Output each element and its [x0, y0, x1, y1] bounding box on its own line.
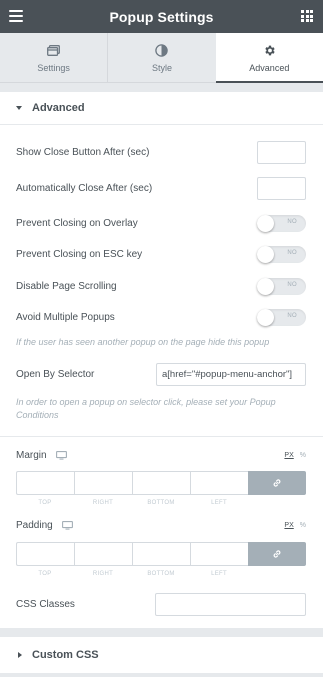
link-icon: [273, 550, 281, 558]
prevent-esc-row: Prevent Closing on ESC key NO: [16, 246, 306, 263]
tab-settings[interactable]: Settings: [0, 33, 107, 82]
prevent-esc-label: Prevent Closing on ESC key: [16, 249, 143, 260]
padding-left-input[interactable]: [190, 542, 248, 566]
avoid-multiple-switch[interactable]: NO: [257, 309, 306, 326]
padding-bottom-input[interactable]: [132, 542, 190, 566]
css-classes-input[interactable]: [155, 593, 306, 616]
unit-percent[interactable]: %: [300, 452, 306, 459]
css-classes-row: CSS Classes: [16, 593, 306, 616]
margin-label-row: Margin PX %: [16, 450, 306, 461]
margin-inputs: [16, 471, 306, 495]
gear-icon: [263, 43, 276, 59]
hamburger-icon[interactable]: [9, 10, 23, 22]
window-icon: [47, 43, 61, 59]
tab-label: Style: [151, 62, 172, 73]
panel-tabs: Settings Style Advanced: [0, 33, 323, 83]
auto-close-input[interactable]: [257, 177, 306, 200]
section-custom-css-header[interactable]: Custom CSS: [0, 637, 323, 673]
unit-percent[interactable]: %: [300, 522, 306, 529]
show-close-label: Show Close Button After (sec): [16, 147, 150, 158]
prevent-overlay-label: Prevent Closing on Overlay: [16, 218, 138, 229]
auto-close-label: Automatically Close After (sec): [16, 183, 153, 194]
open-selector-input[interactable]: a[href="#popup-menu-anchor"]: [156, 363, 306, 386]
prevent-esc-switch[interactable]: NO: [257, 246, 306, 263]
link-icon: [273, 479, 281, 487]
open-selector-description: In order to open a popup on selector cli…: [16, 397, 276, 420]
link-values-button[interactable]: [248, 471, 306, 495]
prevent-overlay-switch[interactable]: NO: [257, 215, 306, 232]
margin-right-input[interactable]: [74, 471, 132, 495]
desktop-icon[interactable]: [55, 451, 67, 460]
caret-right-icon: [18, 652, 22, 658]
section-advanced-header[interactable]: Advanced: [0, 92, 323, 125]
show-close-input[interactable]: [257, 141, 306, 164]
grid-icon[interactable]: [301, 10, 313, 22]
margin-side-labels: TOP RIGHT BOTTOM LEFT: [38, 500, 227, 506]
padding-label-row: Padding PX %: [16, 520, 306, 531]
link-values-button[interactable]: [248, 542, 306, 566]
margin-top-input[interactable]: [16, 471, 74, 495]
margin-left-input[interactable]: [190, 471, 248, 495]
avoid-multiple-row: Avoid Multiple Popups NO: [16, 309, 306, 326]
unit-px[interactable]: PX: [284, 452, 293, 459]
tab-label: Advanced: [249, 62, 290, 73]
padding-inputs: [16, 542, 306, 566]
tab-style[interactable]: Style: [108, 33, 215, 82]
open-selector-label: Open By Selector: [16, 369, 95, 380]
disable-scroll-label: Disable Page Scrolling: [16, 281, 117, 292]
top-bar: Popup Settings: [0, 0, 323, 33]
margin-label: Margin: [16, 450, 47, 461]
panel-title: Popup Settings: [109, 8, 214, 25]
disable-scroll-row: Disable Page Scrolling NO: [16, 278, 306, 295]
tab-advanced[interactable]: Advanced: [215, 33, 323, 83]
auto-close-row: Automatically Close After (sec): [16, 177, 306, 200]
avoid-multiple-description: If the user has seen another popup on th…: [16, 337, 270, 347]
show-close-row: Show Close Button After (sec): [16, 141, 306, 164]
padding-label: Padding: [16, 520, 53, 531]
unit-px[interactable]: PX: [284, 522, 293, 529]
half-circle-icon: [155, 43, 169, 59]
padding-right-input[interactable]: [74, 542, 132, 566]
section-title: Custom CSS: [32, 649, 99, 661]
padding-top-input[interactable]: [16, 542, 74, 566]
desktop-icon[interactable]: [61, 521, 73, 530]
prevent-overlay-row: Prevent Closing on Overlay NO: [16, 215, 306, 232]
css-classes-label: CSS Classes: [16, 599, 75, 610]
tab-label: Settings: [37, 62, 70, 73]
caret-down-icon: [16, 106, 22, 110]
disable-scroll-switch[interactable]: NO: [257, 278, 306, 295]
margin-bottom-input[interactable]: [132, 471, 190, 495]
section-title: Advanced: [32, 102, 85, 114]
open-selector-row: Open By Selector a[href="#popup-menu-anc…: [16, 363, 306, 386]
padding-side-labels: TOP RIGHT BOTTOM LEFT: [38, 571, 227, 577]
avoid-multiple-label: Avoid Multiple Popups: [16, 312, 115, 323]
